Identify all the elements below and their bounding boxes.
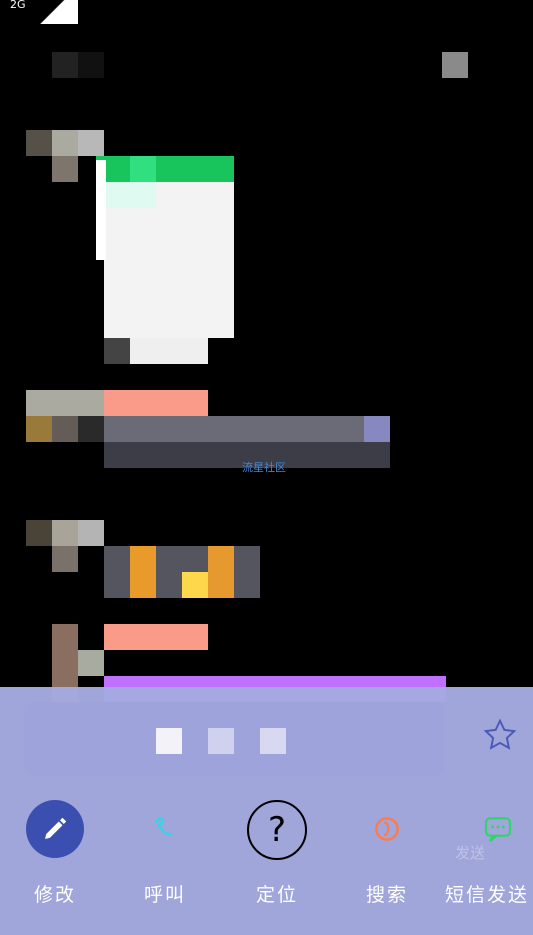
action-label: 短信发送 xyxy=(445,884,530,906)
image-pixel xyxy=(208,546,234,598)
image-pixel xyxy=(130,156,156,182)
avatar-part xyxy=(78,520,104,546)
avatar-part xyxy=(26,416,52,442)
call-icon xyxy=(136,800,194,858)
sms-icon xyxy=(469,800,527,858)
search-icon xyxy=(358,800,416,858)
preview-pixel xyxy=(260,728,286,754)
avatar-part xyxy=(52,416,78,442)
image-pixel xyxy=(104,182,156,208)
preview-card[interactable] xyxy=(24,702,444,776)
action-locate[interactable]: ? 定位 xyxy=(232,800,322,910)
status-bar: 2G xyxy=(0,0,533,24)
link-label[interactable]: 流星社区 xyxy=(242,459,286,475)
link-card[interactable] xyxy=(104,416,390,442)
preview-pixel xyxy=(156,728,182,754)
avatar[interactable] xyxy=(26,520,52,546)
post-image[interactable] xyxy=(96,156,234,182)
action-sms[interactable]: 短信发送 xyxy=(445,800,533,910)
action-call[interactable]: 呼叫 xyxy=(120,800,210,910)
pencil-icon xyxy=(26,800,84,858)
username[interactable] xyxy=(104,624,208,650)
avatar-part xyxy=(78,416,104,442)
question-icon: ? xyxy=(247,800,307,860)
image-pixel xyxy=(130,338,208,364)
action-edit[interactable]: 修改 xyxy=(10,800,100,910)
image-pixel xyxy=(182,572,208,598)
avatar-part xyxy=(52,546,78,572)
image-pixel xyxy=(104,338,130,364)
action-search[interactable]: 搜索 xyxy=(342,800,432,910)
signal-icon xyxy=(28,0,78,24)
avatar-part xyxy=(52,520,78,546)
favorite-star-icon[interactable] xyxy=(482,717,518,753)
action-label: 搜索 xyxy=(365,884,408,906)
image-pixel xyxy=(96,160,106,260)
avatar[interactable] xyxy=(26,130,52,156)
username[interactable] xyxy=(104,390,208,416)
share-actions: 修改 呼叫 ? 定位 搜索 短信发送 xyxy=(0,800,533,910)
preview-pixel xyxy=(208,728,234,754)
avatar-part xyxy=(78,650,104,676)
avatar-part xyxy=(52,156,78,182)
avatar-part xyxy=(78,130,104,156)
image-pixel xyxy=(130,546,156,598)
action-label: 呼叫 xyxy=(143,884,186,906)
link-card-pixel xyxy=(364,416,390,442)
more-icon[interactable] xyxy=(442,52,468,78)
avatar[interactable] xyxy=(26,390,104,416)
network-type: 2G xyxy=(10,0,26,11)
avatar-part xyxy=(78,52,104,78)
avatar[interactable] xyxy=(52,52,78,78)
avatar-part xyxy=(52,130,78,156)
